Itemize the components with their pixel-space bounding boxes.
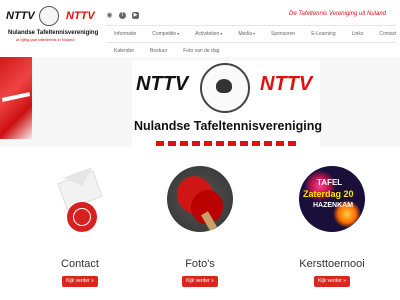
- feature-fotos: Foto's Kijk verder »: [140, 160, 260, 300]
- banner-title: Nulandse Tafeltennisvereniging: [134, 119, 323, 133]
- nav-label: Competitie: [152, 31, 177, 37]
- nav-item-e-learning[interactable]: E-Learning: [303, 31, 343, 37]
- club-seal-icon: [200, 63, 250, 113]
- facebook-icon[interactable]: f: [119, 12, 126, 19]
- logo-nttv-right: NTTV: [66, 10, 95, 22]
- nav-item-activiteiten[interactable]: Activiteiten▾: [187, 31, 230, 37]
- logo-seal-icon: [39, 6, 59, 26]
- rss-icon[interactable]: ◉: [106, 12, 113, 19]
- banner-subtitle-strip: [156, 141, 296, 146]
- nav-label: Sponsoren: [271, 31, 296, 37]
- banner-nttv-left: NTTV: [136, 73, 189, 95]
- feature-section: Contact Kijk verder » Foto's Kijk verder…: [0, 160, 400, 300]
- nav-item-kalender[interactable]: Kalender: [106, 48, 142, 54]
- banner-logo: NTTV NTTV Nulandse Tafeltennisvereniging: [132, 61, 323, 147]
- feature-kersttoernooi: TAFEL Zaterdag 20 HAZENKAM Kersttoernooi…: [272, 160, 392, 300]
- table-tennis-paddle-icon[interactable]: [167, 166, 233, 232]
- nav-label: Informatie: [114, 31, 137, 37]
- youtube-icon[interactable]: ▶: [132, 12, 139, 19]
- hero-banner: NTTV NTTV Nulandse Tafeltennisvereniging: [0, 57, 400, 147]
- kerst-image-text: Zaterdag 20: [303, 189, 354, 199]
- site-header: NTTV NTTV Nulandse Tafeltennisvereniging…: [0, 0, 400, 60]
- fireworks-image[interactable]: TAFEL Zaterdag 20 HAZENKAM: [299, 166, 365, 232]
- kerst-image-text: TAFEL: [317, 178, 343, 187]
- logo-club-name: Nulandse Tafeltennisvereniging: [8, 30, 99, 36]
- logo-subtitle: al vijftig jaar tafeltennis in Nuland: [16, 37, 75, 42]
- caret-down-icon: ▾: [252, 31, 255, 36]
- feature-contact: Contact Kijk verder »: [20, 160, 140, 300]
- feature-title: Kersttoernooi: [299, 258, 365, 270]
- nav-item-competitie[interactable]: Competitie▾: [144, 31, 187, 37]
- banner-side-image: [0, 57, 32, 139]
- caret-down-icon: ▾: [177, 31, 180, 36]
- banner-nttv-right: NTTV: [260, 73, 313, 95]
- kijk-verder-button[interactable]: Kijk verder »: [182, 276, 218, 287]
- feature-title: Foto's: [185, 258, 215, 270]
- main-navigation: Informatie Competitie▾ Activiteiten▾ Med…: [106, 25, 397, 60]
- kijk-verder-button[interactable]: Kijk verder »: [314, 276, 350, 287]
- nav-row-primary: Informatie Competitie▾ Activiteiten▾ Med…: [106, 25, 397, 42]
- kijk-verder-button[interactable]: Kijk verder »: [62, 276, 98, 287]
- nav-item-informatie[interactable]: Informatie: [106, 31, 144, 37]
- nav-label: Activiteiten: [195, 31, 220, 37]
- email-at-icon[interactable]: [47, 166, 113, 232]
- nav-item-contact[interactable]: Contact: [371, 31, 400, 37]
- site-tagline: De Tafeltennis Vereniging uit Nuland: [289, 11, 386, 17]
- nav-label: E-Learning: [311, 31, 336, 37]
- caret-down-icon: ▾: [220, 31, 223, 36]
- kerst-image-text: HAZENKAM: [313, 202, 354, 209]
- site-logo[interactable]: NTTV NTTV Nulandse Tafeltennisvereniging…: [4, 4, 98, 42]
- nav-item-sponsoren[interactable]: Sponsoren: [263, 31, 303, 37]
- feature-title: Contact: [61, 258, 99, 270]
- nav-item-links[interactable]: Links: [344, 31, 372, 37]
- nav-item-foto-van-de-dag[interactable]: Foto van de dag: [175, 48, 227, 54]
- logo-nttv-left: NTTV: [6, 10, 35, 22]
- nav-item-media[interactable]: Media▾: [230, 31, 263, 37]
- nav-label: Media: [238, 31, 252, 37]
- nav-item-bestuur[interactable]: Bestuur: [142, 48, 175, 54]
- nav-label: Links: [351, 31, 364, 37]
- nav-label: Contact: [379, 31, 397, 37]
- social-links: ◉ f ▶: [106, 12, 139, 19]
